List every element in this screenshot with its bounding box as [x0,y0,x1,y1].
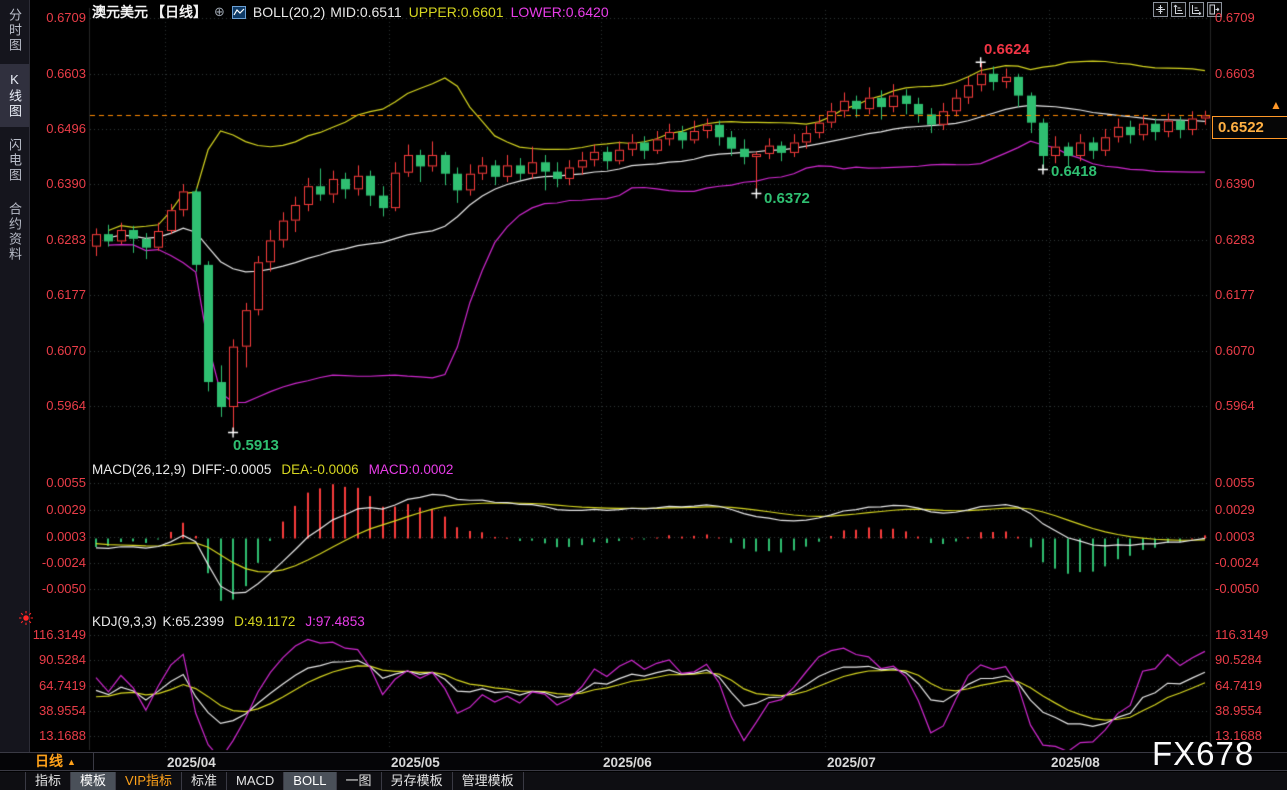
price-up-arrow-icon: ▲ [1270,99,1282,111]
pan-icon[interactable] [1153,2,1168,17]
y-axis-scale-icon[interactable] [1171,2,1186,17]
kdj-label: KDJ(9,3,3) [92,614,157,629]
y-axis-label: -0.0024 [30,555,86,570]
y-axis-label: 0.5964 [30,398,86,413]
sidebar-tab-2[interactable]: 闪电图 [0,130,29,191]
y-axis-label: 13.1688 [30,728,86,743]
y-axis-label: 90.5284 [1215,652,1285,667]
macd-macd-value: MACD:0.0002 [369,462,454,477]
y-axis-label: 0.0029 [30,502,86,517]
symbol-name: 澳元美元 [92,2,148,22]
bottom-tab-3[interactable]: 标准 [182,772,227,790]
price-annotation: 0.6372 [764,190,810,207]
boll-lower-value: LOWER:0.6420 [511,4,609,20]
y-axis-label: -0.0050 [1215,581,1285,596]
current-price-tag: 0.6522 [1212,116,1287,139]
price-annotation: 0.6418 [1051,163,1097,180]
sidebar-tab-3[interactable]: 合约资料 [0,194,29,270]
macd-dea-value: DEA:-0.0006 [281,462,358,477]
y-axis-label: 0.6070 [1215,343,1285,358]
macd-header: MACD(26,12,9) DIFF:-0.0005 DEA:-0.0006 M… [92,462,453,477]
y-axis-label: 0.6603 [1215,66,1285,81]
y-axis-label: 0.6283 [1215,232,1285,247]
macd-diff-value: DIFF:-0.0005 [192,462,272,477]
price-annotation: 0.6624 [984,41,1030,58]
price-annotation: 0.5913 [233,437,279,454]
kdj-k-value: K:65.2399 [163,614,225,629]
x-axis-label: 2025/04 [167,755,216,770]
y-axis-label: 0.0055 [30,475,86,490]
y-axis-label: 0.6177 [1215,287,1285,302]
y-axis-label: -0.0024 [1215,555,1285,570]
period-tag: 【日线】 [151,2,207,22]
kdj-d-value: D:49.1172 [234,614,295,629]
y-axis-label: 0.6709 [30,10,86,25]
bottom-tab-0[interactable]: 指标 [25,772,71,790]
timeframe-selector[interactable]: 日线 ▲ [30,753,94,770]
bottom-tab-2[interactable]: VIP指标 [116,772,182,790]
y-axis-label: 64.7419 [30,678,86,693]
sidebar-tab-0[interactable]: 分时图 [0,0,29,61]
bottom-tab-6[interactable]: 一图 [337,772,382,790]
boll-label: BOLL(20,2) [253,4,325,20]
y-axis-label: 64.7419 [1215,678,1285,693]
y-axis-label: 0.6070 [30,343,86,358]
y-axis-label: 0.6496 [30,121,86,136]
x-axis-label: 2025/06 [603,755,652,770]
kdj-j-value: J:97.4853 [305,614,364,629]
y-axis-label: 90.5284 [30,652,86,667]
bottom-tab-bar: 指标模板VIP指标标准MACDBOLL一图另存模板管理模板 [0,772,1287,790]
chart-header: 澳元美元【日线】 ⊕ BOLL(20,2) MID:0.6511 UPPER:0… [92,3,609,21]
y-axis-label: 0.0003 [30,529,86,544]
y-axis-label: 0.6283 [30,232,86,247]
boll-mid-value: MID:0.6511 [330,4,401,20]
y-axis-label: 13.1688 [1215,728,1285,743]
x-axis-label: 2025/07 [827,755,876,770]
bottom-tab-7[interactable]: 另存模板 [382,772,453,790]
macd-label: MACD(26,12,9) [92,462,186,477]
y-axis-label: 0.0055 [1215,475,1285,490]
y-axis-label: 38.9554 [30,703,86,718]
boll-upper-value: UPPER:0.6601 [409,4,504,20]
y-axis-label: 0.0003 [1215,529,1285,544]
y-axis-label: 0.5964 [1215,398,1285,413]
y-axis-label: 0.6390 [30,176,86,191]
sidebar: 分时图 K线图闪电图合约资料 [0,0,30,752]
chart-toolbar [1153,2,1222,17]
x-axis-label: 2025/08 [1051,755,1100,770]
y-axis-label: 0.6390 [1215,176,1285,191]
chart-canvas[interactable] [0,0,1287,790]
bottom-tab-1[interactable]: 模板 [71,772,116,790]
bottom-tab-4[interactable]: MACD [227,772,284,790]
chevron-up-icon: ▲ [67,757,76,767]
expand-icon[interactable]: ⊕ [214,4,225,20]
y-axis-label: 38.9554 [1215,703,1285,718]
y-axis-label: 116.3149 [1215,627,1285,642]
y-axis-label: 0.0029 [1215,502,1285,517]
y-axis-label: 116.3149 [30,627,86,642]
y-axis-label: -0.0050 [30,581,86,596]
bottom-tab-8[interactable]: 管理模板 [453,772,524,790]
bottom-tab-5[interactable]: BOLL [284,772,336,790]
timeframe-label: 日线 [35,753,63,769]
x-axis-label: 2025/05 [391,755,440,770]
x-axis-scale-icon[interactable] [1189,2,1204,17]
kdj-header: KDJ(9,3,3) K:65.2399 D:49.1172 J:97.4853 [92,614,365,629]
y-axis-label: 0.6603 [30,66,86,81]
y-axis-label: 0.6709 [1215,10,1285,25]
kdj-settings-icon[interactable] [19,611,33,625]
boll-indicator-icon[interactable] [232,6,246,19]
sidebar-tab-1[interactable]: K线图 [0,64,29,127]
y-axis-label: 0.6177 [30,287,86,302]
